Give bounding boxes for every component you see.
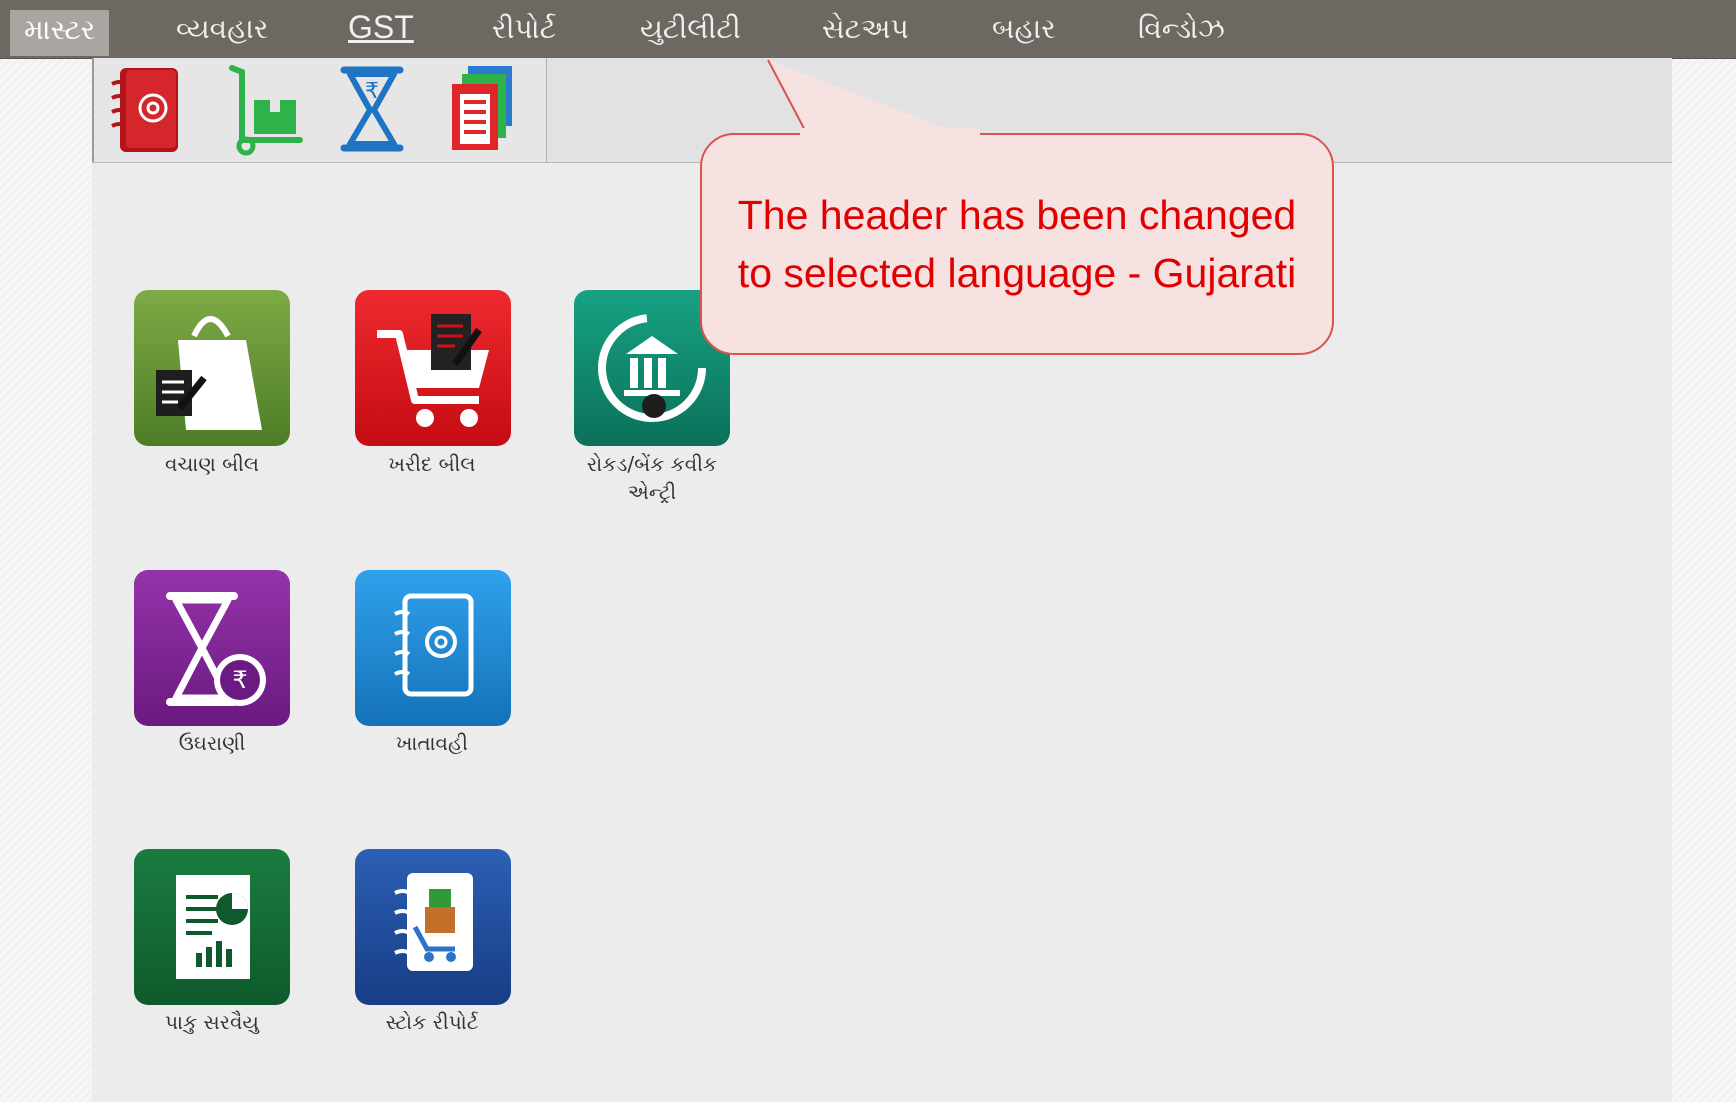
- menu-bar: માસ્ટર વ્યવહાર GST રીપોર્ટ યુટીલીટી સેટઅ…: [0, 0, 1736, 59]
- tile-purchase-bill[interactable]: [355, 290, 511, 446]
- menu-transactions[interactable]: વ્યવહાર: [162, 10, 282, 48]
- tile-ledger[interactable]: [355, 570, 511, 726]
- tile-sales-bill-label: વચાણ બીલ: [164, 452, 260, 476]
- tile-stock-report[interactable]: [355, 849, 511, 1005]
- tile-balance-sheet[interactable]: [134, 849, 290, 1005]
- callout-line2: to selected language - Gujarati: [737, 250, 1297, 296]
- menu-utility[interactable]: યુટીલીટી: [626, 10, 755, 48]
- stock-report-icon: [394, 873, 473, 971]
- callout-text: The header has been changed to selected …: [700, 186, 1334, 302]
- tile-cash-bank-label-line2: એન્ટ્રી: [627, 480, 677, 504]
- menu-setup[interactable]: સેટઅપ: [808, 10, 923, 48]
- tile-collection-label: ઉઘરાણી: [178, 731, 246, 755]
- tile-purchase-bill-label: ખરીદ બીલ: [388, 452, 476, 476]
- tile-balance-sheet-label: પાકુ સરવૈયુ: [165, 1010, 259, 1034]
- tile-ledger-label: ખાતાવહી: [396, 731, 468, 755]
- svg-text:₹: ₹: [232, 666, 247, 694]
- toolbar-reports-button[interactable]: [440, 62, 524, 156]
- tile-stock-report-label: સ્ટોક રીપોર્ટ: [385, 1010, 479, 1034]
- callout-line1: The header has been changed: [737, 192, 1297, 238]
- toolbar-collection-button[interactable]: ₹: [330, 62, 414, 156]
- tile-cash-bank-label-line1: રોકડ/બેંક કવીક: [586, 452, 718, 476]
- ledger-icon: [394, 593, 474, 697]
- report-stack-icon: [452, 66, 512, 150]
- callout-pointer-join: [800, 128, 980, 140]
- tile-collection[interactable]: ₹: [134, 570, 290, 726]
- menu-exit[interactable]: બહાર: [978, 10, 1070, 48]
- shopping-bag-icon: [156, 316, 262, 430]
- hourglass-rupee-icon: ₹: [166, 592, 266, 706]
- callout-pointer: [767, 59, 966, 138]
- shopping-cart-icon: [377, 314, 489, 427]
- trolley-icon: [229, 65, 303, 156]
- menu-windows[interactable]: વિન્ડોઝ: [1124, 10, 1239, 48]
- toolbar-trolley-button[interactable]: [224, 62, 308, 156]
- tile-sales-bill[interactable]: [134, 290, 290, 446]
- svg-text:₹: ₹: [365, 79, 379, 104]
- hourglass-rupee-icon: ₹: [340, 66, 404, 152]
- menu-master[interactable]: માસ્ટર: [10, 10, 110, 56]
- menu-reports[interactable]: રીપોર્ટ: [478, 10, 570, 48]
- toolbar-address-book-button[interactable]: [106, 62, 190, 156]
- balance-sheet-icon: [176, 875, 250, 979]
- address-book-icon: [111, 68, 178, 152]
- menu-gst[interactable]: GST: [334, 8, 428, 46]
